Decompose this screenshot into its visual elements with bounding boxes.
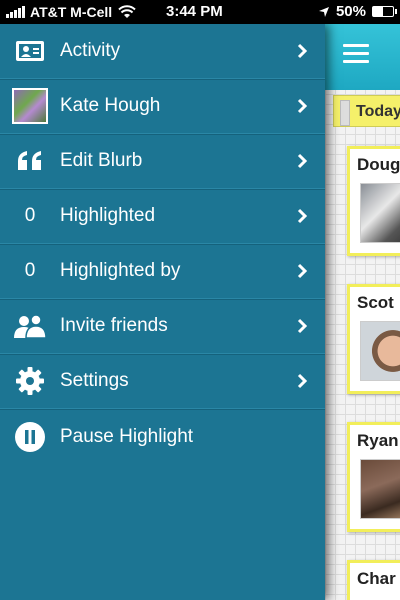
chevron-right-icon <box>297 373 307 389</box>
menu-item-label: Activity <box>60 40 121 61</box>
chevron-right-icon <box>297 318 307 334</box>
side-drawer-menu: Activity Kate Hough Edit Blurb 0 Highlig… <box>0 24 325 600</box>
menu-item-pause-highlight[interactable]: Pause Highlight <box>0 409 325 464</box>
chevron-right-icon <box>297 98 307 114</box>
menu-item-invite-friends[interactable]: Invite friends <box>0 299 325 354</box>
carrier-name: AT&T M-Cell <box>30 4 113 20</box>
highlighted-by-count: 0 <box>24 260 36 281</box>
menu-item-label: Edit Blurb <box>60 150 143 171</box>
menu-item-edit-blurb[interactable]: Edit Blurb <box>0 134 325 189</box>
gear-icon <box>16 367 44 395</box>
card-name: Ryan <box>357 431 399 450</box>
chevron-right-icon <box>297 153 307 169</box>
menu-item-label: Settings <box>60 370 129 391</box>
card-name: Scot <box>357 293 394 312</box>
wifi-icon <box>118 5 136 18</box>
chevron-right-icon <box>297 43 307 59</box>
battery-percent: 50% <box>335 3 366 20</box>
card-name: Doug <box>357 155 400 174</box>
menu-item-settings[interactable]: Settings <box>0 354 325 409</box>
feed-card[interactable]: Char <box>347 560 400 600</box>
status-time: 3:44 PM <box>166 3 223 20</box>
menu-item-activity[interactable]: Activity <box>0 24 325 79</box>
feed-header <box>325 24 400 90</box>
card-photo <box>360 183 400 243</box>
people-icon <box>14 314 47 339</box>
today-tab[interactable]: Today <box>333 95 400 127</box>
card-name: Char <box>357 569 396 588</box>
feed-card[interactable]: Scot <box>347 284 400 394</box>
feed-panel: Today Doug Scot Ryan Char <box>325 24 400 600</box>
feed-card[interactable]: Ryan <box>347 422 400 532</box>
hamburger-menu-icon[interactable] <box>343 44 369 68</box>
menu-item-label: Highlighted <box>60 205 156 226</box>
menu-item-profile[interactable]: Kate Hough <box>0 79 325 134</box>
menu-item-highlighted-by[interactable]: 0 Highlighted by <box>0 244 325 299</box>
quote-icon <box>18 151 41 170</box>
card-photo <box>360 459 400 519</box>
avatar <box>12 88 48 124</box>
menu-item-label: Invite friends <box>60 315 168 336</box>
status-bar: AT&T M-Cell 3:44 PM 50% <box>0 0 400 24</box>
id-card-icon <box>16 41 44 61</box>
menu-item-label: Highlighted by <box>60 260 181 281</box>
feed-card[interactable]: Doug <box>347 146 400 256</box>
menu-item-label: Pause Highlight <box>60 425 194 447</box>
pause-icon <box>15 421 45 452</box>
highlighted-count: 0 <box>24 205 36 226</box>
chevron-right-icon <box>297 208 307 224</box>
battery-icon <box>372 6 397 17</box>
menu-item-label: Kate Hough <box>60 95 161 116</box>
signal-strength-icon <box>6 6 25 18</box>
card-photo <box>360 321 400 381</box>
chevron-right-icon <box>297 263 307 279</box>
location-arrow-icon <box>318 6 329 17</box>
menu-item-highlighted[interactable]: 0 Highlighted <box>0 189 325 244</box>
